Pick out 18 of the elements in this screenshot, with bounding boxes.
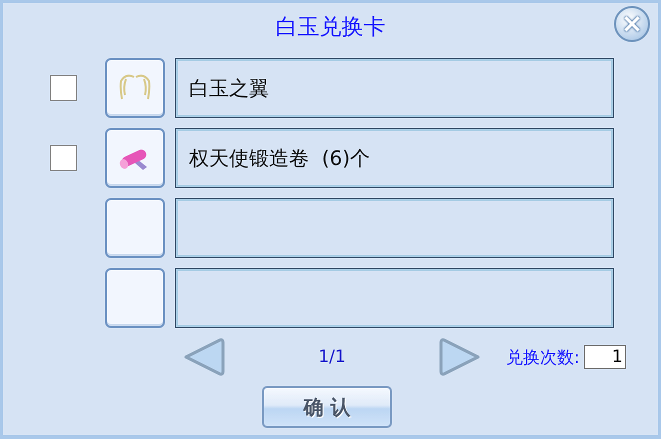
page-indicator: 1/1: [317, 347, 347, 367]
next-page-button[interactable]: [438, 337, 482, 377]
checkbox[interactable]: [50, 75, 77, 101]
item-slot[interactable]: [105, 268, 165, 328]
exchange-count-field[interactable]: 1: [584, 345, 626, 369]
left-arrow-icon: [182, 337, 226, 377]
right-arrow-icon: [438, 337, 482, 377]
item-name-field: 权天使锻造卷 (6)个: [175, 128, 614, 188]
item-slot[interactable]: [105, 58, 165, 118]
previous-page-button[interactable]: [182, 337, 226, 377]
window-title: 白玉兑换卡: [276, 14, 386, 42]
exchange-count-label: 兑换次数:: [506, 346, 580, 368]
item-slot[interactable]: [105, 198, 165, 258]
close-button[interactable]: ×: [614, 6, 650, 42]
item-name-field: 白玉之翼: [175, 58, 614, 118]
confirm-button[interactable]: 确 认: [262, 386, 392, 428]
item-slot[interactable]: [105, 128, 165, 188]
checkbox[interactable]: [50, 145, 77, 171]
